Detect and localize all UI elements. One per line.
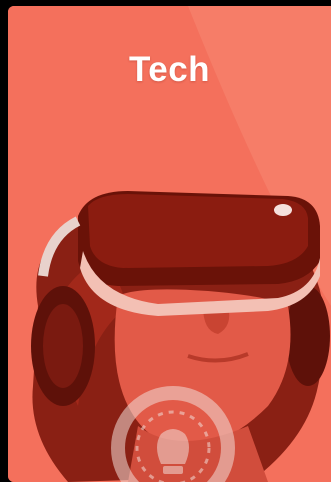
lightbulb-logo-icon (111, 386, 235, 482)
category-card-tech[interactable]: Tech (8, 6, 331, 482)
card-title: Tech (128, 50, 211, 89)
